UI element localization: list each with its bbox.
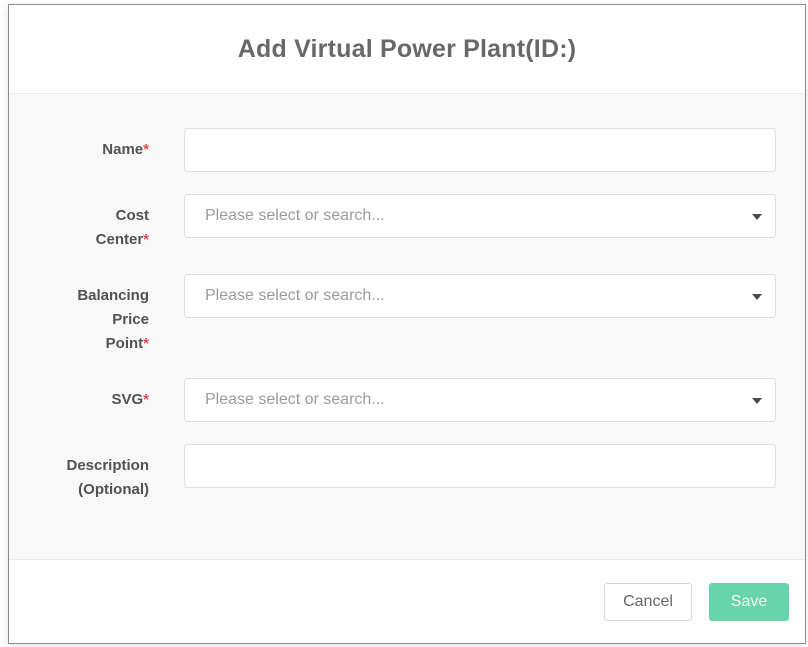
name-control bbox=[184, 128, 776, 172]
required-asterisk: * bbox=[143, 391, 149, 408]
name-input[interactable] bbox=[184, 128, 776, 172]
name-label: Name* bbox=[49, 128, 149, 162]
svg-placeholder: Please select or search... bbox=[205, 391, 385, 409]
form-row-cost-center: Cost Center* Please select or search... bbox=[49, 194, 776, 252]
required-asterisk: * bbox=[143, 231, 149, 248]
modal-header: Add Virtual Power Plant(ID:) bbox=[9, 5, 805, 94]
required-asterisk: * bbox=[143, 335, 149, 352]
svg-select[interactable]: Please select or search... bbox=[184, 378, 776, 422]
svg-label: SVG* bbox=[49, 378, 149, 412]
add-virtual-power-plant-modal: Add Virtual Power Plant(ID:) Name* Cost … bbox=[8, 4, 806, 644]
chevron-down-icon bbox=[752, 214, 762, 220]
save-button[interactable]: Save bbox=[709, 583, 789, 621]
modal-footer: Cancel Save bbox=[9, 559, 805, 643]
modal-body: Name* Cost Center* Please select or sear… bbox=[9, 94, 805, 559]
svg-control: Please select or search... bbox=[184, 378, 776, 422]
page-background: Add Virtual Power Plant(ID:) Name* Cost … bbox=[0, 0, 808, 647]
form-row-name: Name* bbox=[49, 128, 776, 172]
description-control bbox=[184, 444, 776, 488]
cost-center-select[interactable]: Please select or search... bbox=[184, 194, 776, 238]
svg-label-text: SVG bbox=[111, 391, 143, 408]
form-row-svg: SVG* Please select or search... bbox=[49, 378, 776, 422]
chevron-down-icon bbox=[752, 398, 762, 404]
required-asterisk: * bbox=[143, 141, 149, 158]
balancing-price-point-control: Please select or search... bbox=[184, 274, 776, 318]
balancing-price-point-label: Balancing Price Point* bbox=[49, 274, 149, 356]
chevron-down-icon bbox=[752, 294, 762, 300]
description-input[interactable] bbox=[184, 444, 776, 488]
balancing-price-point-label-text: Balancing Price Point bbox=[77, 287, 149, 352]
form-row-description: Description (Optional) bbox=[49, 444, 776, 502]
balancing-price-point-placeholder: Please select or search... bbox=[205, 287, 385, 305]
modal-title: Add Virtual Power Plant(ID:) bbox=[238, 35, 577, 64]
cancel-button[interactable]: Cancel bbox=[604, 583, 692, 621]
description-label-text: Description (Optional) bbox=[66, 457, 149, 498]
name-label-text: Name bbox=[102, 141, 143, 158]
form-row-balancing-price-point: Balancing Price Point* Please select or … bbox=[49, 274, 776, 356]
balancing-price-point-select[interactable]: Please select or search... bbox=[184, 274, 776, 318]
description-label: Description (Optional) bbox=[49, 444, 149, 502]
cost-center-control: Please select or search... bbox=[184, 194, 776, 238]
cost-center-label: Cost Center* bbox=[49, 194, 149, 252]
cost-center-label-text: Cost Center bbox=[96, 207, 149, 248]
cost-center-placeholder: Please select or search... bbox=[205, 207, 385, 225]
